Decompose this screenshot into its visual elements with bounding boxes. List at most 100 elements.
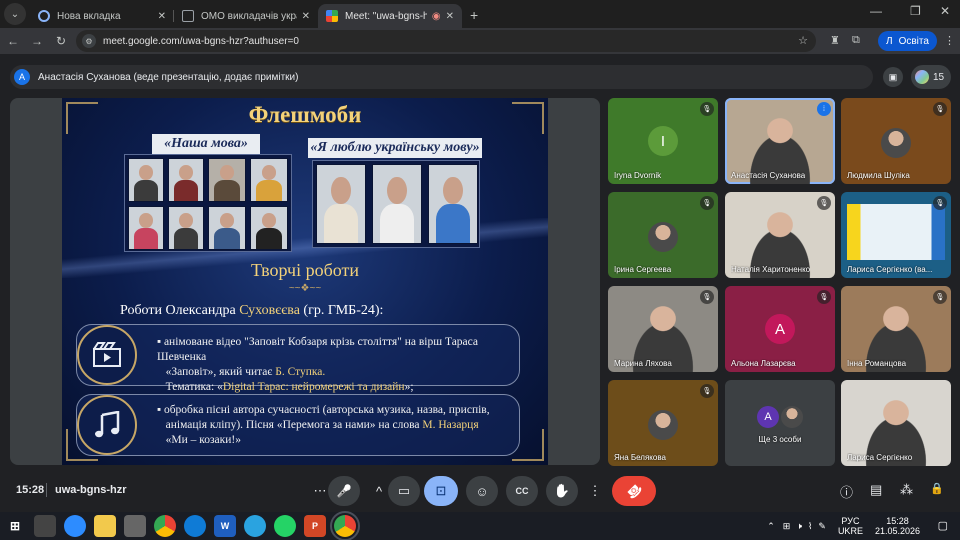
whatsapp-icon[interactable] xyxy=(274,515,296,537)
network-icon[interactable]: ⊞ xyxy=(783,521,791,532)
present-button[interactable]: ⊡ xyxy=(424,476,458,506)
participant-avatar xyxy=(648,222,678,252)
close-tab-icon[interactable]: ✕ xyxy=(446,11,454,22)
back-button[interactable]: ← xyxy=(2,34,24,48)
participant-name: Лариса Сергієнко xyxy=(847,453,913,462)
participant-tile[interactable]: Лариса Сергієнко xyxy=(841,380,951,466)
mic-off-icon: 🎙 xyxy=(817,290,831,304)
photo xyxy=(316,164,366,244)
extensions-puzzle-icon[interactable]: ⧉ xyxy=(852,34,860,47)
camera-icon: ▭ xyxy=(397,483,411,498)
music-note-icon xyxy=(77,395,137,455)
item-line-text: анімоване відео "Заповіт Кобзаря крізь с… xyxy=(157,336,479,363)
browser-menu-icon[interactable]: ⋮ xyxy=(944,34,955,47)
telegram-icon[interactable] xyxy=(244,515,266,537)
powerpoint-icon[interactable]: P xyxy=(304,515,326,537)
mic-off-icon: 🎙 xyxy=(933,102,947,116)
participants-count: 15 xyxy=(933,71,945,83)
tab-title: Нова вкладка xyxy=(57,10,121,22)
minimize-button[interactable]: — xyxy=(870,4,882,18)
emoji-icon: ☺ xyxy=(475,483,489,499)
presenter-text: Анастасія Суханова (веде презентацію, до… xyxy=(38,71,299,83)
item-line-text: »; xyxy=(404,381,414,393)
people-icon xyxy=(915,70,929,84)
participant-tile[interactable]: Марина Ляхова 🎙 xyxy=(608,286,718,372)
photo xyxy=(208,206,246,250)
meet-control-bar: 15:28 uwa-bgns-hzr ⋯ 🎤 ^ ▭ ⊡ ☺ CC ✋ ⋮ ☎ … xyxy=(0,468,960,512)
zoom-icon[interactable] xyxy=(64,515,86,537)
notification-icon[interactable]: ▢ xyxy=(938,519,948,532)
participant-tile[interactable]: Анастасія Суханова ⁞ xyxy=(725,98,835,184)
chevron-up-icon[interactable]: ⌃ xyxy=(767,521,775,532)
people-button[interactable]: 15 xyxy=(911,65,951,89)
close-window-button[interactable]: ✕ xyxy=(940,4,950,18)
app-icon[interactable] xyxy=(34,515,56,537)
microphone-button[interactable]: 🎤 xyxy=(328,476,360,506)
close-tab-icon[interactable]: ✕ xyxy=(158,11,166,22)
participant-name: Інна Романцова xyxy=(847,359,907,368)
chat-icon[interactable]: ▤ xyxy=(870,482,882,498)
tab-omo[interactable]: ОМО викладачів української ✕ xyxy=(174,4,318,28)
participant-tile[interactable]: I Iryna Dvornik 🎙 xyxy=(608,98,718,184)
participant-name: Марина Ляхова xyxy=(614,359,672,368)
camera-button[interactable]: ▭ xyxy=(388,476,420,506)
photo xyxy=(168,158,204,202)
start-icon[interactable]: ⊞ xyxy=(4,515,26,537)
reactions-button[interactable]: ☺ xyxy=(466,476,498,506)
participant-tile[interactable]: Ірина Сергеева 🎙 xyxy=(608,192,718,278)
photo xyxy=(128,158,164,202)
activities-icon[interactable]: ⁂ xyxy=(900,482,913,498)
reload-button[interactable]: ↻ xyxy=(50,34,72,48)
maximize-button[interactable]: ❐ xyxy=(910,4,921,18)
wifi-icon[interactable]: ⌇ xyxy=(808,521,812,532)
tab-new-tab[interactable]: Нова вкладка ✕ xyxy=(30,4,174,28)
close-tab-icon[interactable]: ✕ xyxy=(302,11,310,22)
photo xyxy=(372,164,422,244)
participant-tile[interactable]: Інна Романцова 🎙 xyxy=(841,286,951,372)
more-options-button[interactable]: ⋮ xyxy=(584,476,606,506)
windows-taskbar: ⊞ W P ⌃ ⊞ 🕨 ⌇ ✎ РУС UKRE 15:28 21.05.202… xyxy=(0,511,960,540)
item-line: «Ми – козаки!» xyxy=(157,433,490,448)
item-line: ▪ анімоване відео "Заповіт Кобзаря крізь… xyxy=(157,336,479,363)
photo xyxy=(250,158,288,202)
chrome-icon[interactable] xyxy=(154,515,176,537)
participant-tile[interactable]: Людмила Шуліка 🎙 xyxy=(841,98,951,184)
participant-tile[interactable]: Лариса Сергієнко (ва... 🎙 xyxy=(841,192,951,278)
end-call-button[interactable]: ☎ xyxy=(612,476,656,506)
captions-button[interactable]: CC xyxy=(506,476,538,506)
hide-self-view-icon[interactable]: ▣ xyxy=(883,67,903,87)
word-icon[interactable]: W xyxy=(214,515,236,537)
system-clock[interactable]: 15:28 21.05.2026 xyxy=(875,516,920,536)
info-icon[interactable]: ⓘ xyxy=(840,482,853,501)
raise-hand-button[interactable]: ✋ xyxy=(546,476,578,506)
host-controls-icon[interactable]: 🔒 xyxy=(930,482,944,495)
app-icon[interactable] xyxy=(124,515,146,537)
presentation-stage[interactable]: Флешмоби «Наша мова» «Я люблю українську… xyxy=(10,98,600,465)
chrome-active-icon[interactable] xyxy=(330,511,360,540)
presenter-avatar: А xyxy=(14,69,30,85)
participant-name: Яна Белякова xyxy=(614,453,666,462)
new-tab-button[interactable]: + xyxy=(470,7,478,23)
tab-search-icon[interactable]: ⌄ xyxy=(4,3,26,25)
volume-icon[interactable]: 🕨 xyxy=(796,521,802,532)
folder-icon[interactable] xyxy=(94,515,116,537)
pen-icon[interactable]: ✎ xyxy=(818,521,826,532)
address-bar[interactable]: ⚙ meet.google.com/uwa-bgns-hzr?authuser=… xyxy=(76,30,816,52)
profile-button[interactable]: Л Освіта xyxy=(878,31,937,51)
item-line-text: обробка пісні автора сучасності (авторсь… xyxy=(163,404,490,416)
meet-icon xyxy=(326,10,338,22)
participant-grid: I Iryna Dvornik 🎙 Анастасія Суханова ⁞ Людмил… xyxy=(608,98,951,468)
site-info-icon[interactable]: ⚙ xyxy=(82,34,96,48)
extension-icon[interactable]: ♜ xyxy=(830,34,840,47)
forward-button[interactable]: → xyxy=(26,34,48,48)
participant-tile[interactable]: А Альона Лазарєва 🎙 xyxy=(725,286,835,372)
bookmark-star-icon[interactable]: ☆ xyxy=(798,34,808,47)
participant-tile[interactable]: Наталія Харитоненко 🎙 xyxy=(725,192,835,278)
author-suffix: (гр. ГМБ-24): xyxy=(299,303,384,318)
language-indicator[interactable]: РУС UKRE xyxy=(838,516,863,536)
participant-tile[interactable]: А Ще 3 особи xyxy=(725,380,835,466)
participant-tile[interactable]: Яна Белякова 🎙 xyxy=(608,380,718,466)
edge-icon[interactable] xyxy=(184,515,206,537)
tab-meet[interactable]: Meet: "uwa-bgns-hzr" ◉ ✕ xyxy=(318,4,462,28)
video-icon xyxy=(77,325,137,385)
